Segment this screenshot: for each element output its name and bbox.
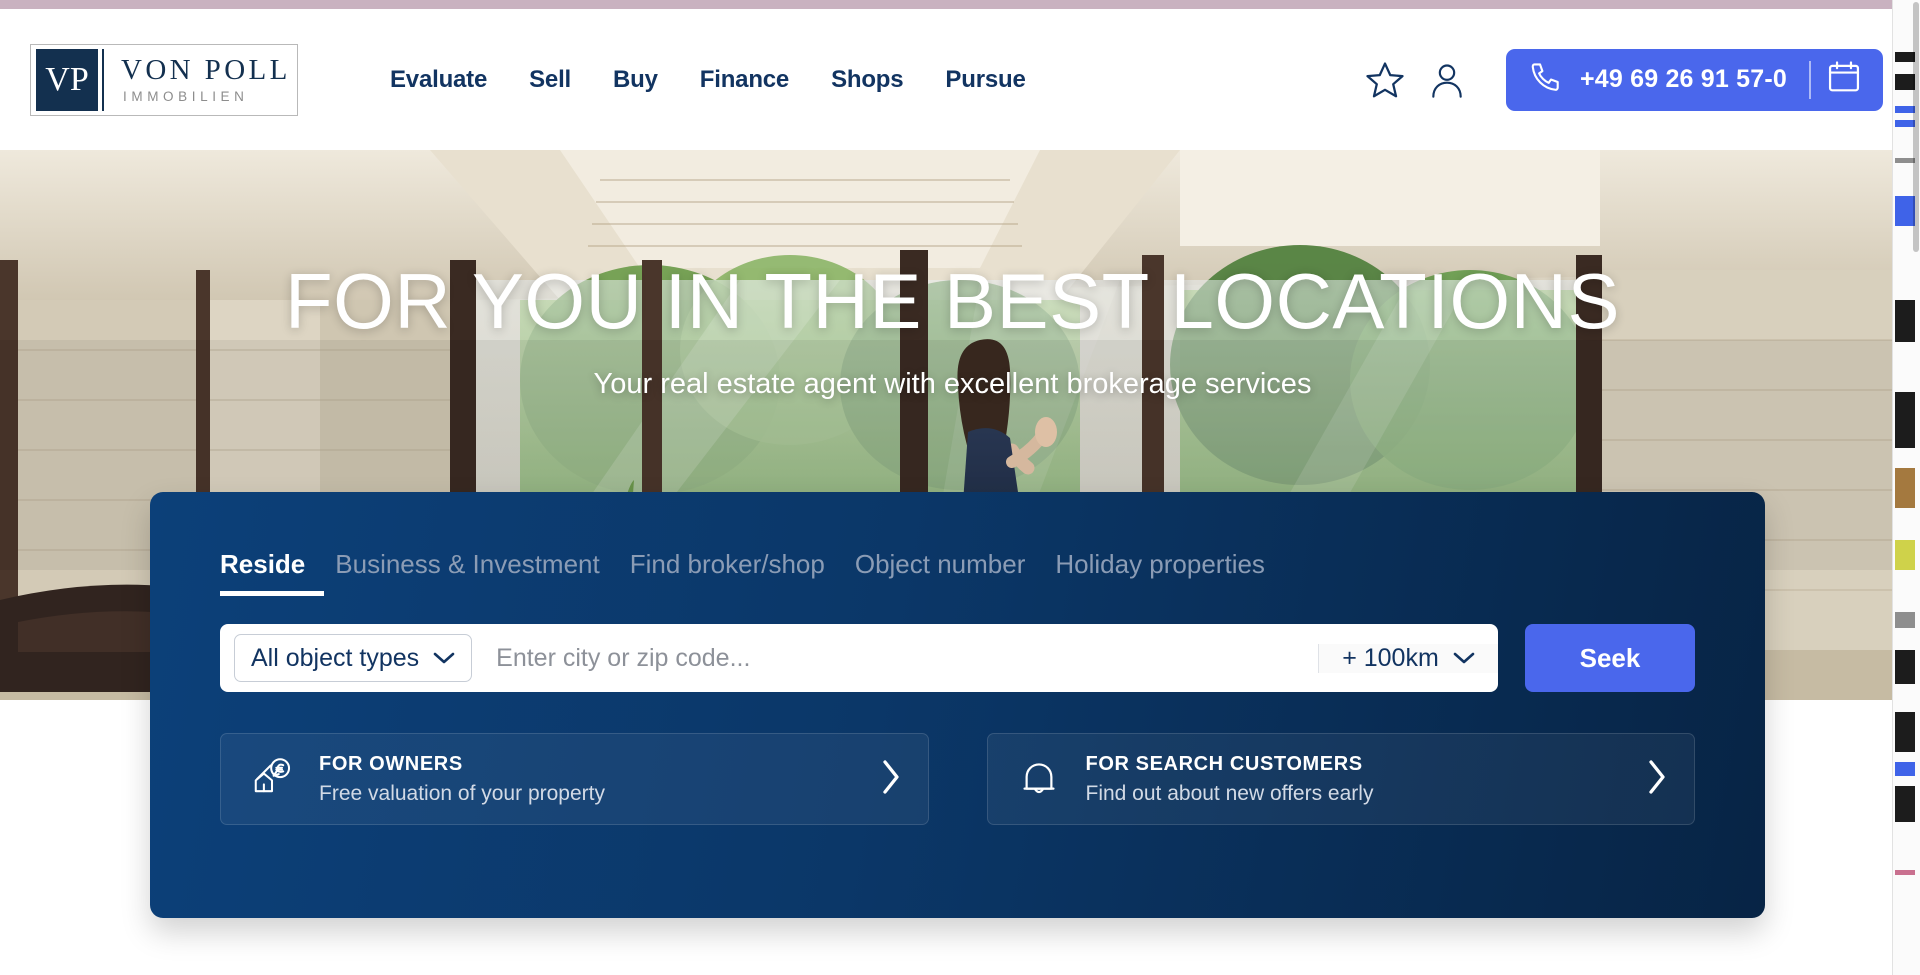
logo-name: VON POLL: [121, 53, 291, 86]
nav-item-sell[interactable]: Sell: [529, 66, 571, 94]
minimap-block: [1895, 196, 1915, 226]
search-input[interactable]: [472, 643, 1318, 673]
star-icon: [1364, 59, 1406, 101]
nav-item-evaluate[interactable]: Evaluate: [390, 66, 487, 94]
search-bar: All object types + 100km: [220, 624, 1695, 692]
minimap-block: [1895, 300, 1915, 342]
nav-item-finance[interactable]: Finance: [700, 66, 789, 94]
card-for-search-customers-title: FOR SEARCH CUSTOMERS: [1085, 752, 1363, 775]
card-for-owners-subtitle: Free valuation of your property: [319, 781, 605, 805]
calendar-icon: [1825, 58, 1863, 101]
phone-number: +49 69 26 91 57-0: [1579, 65, 1787, 93]
card-for-owners-text: FOR OWNERS Free valuation of your proper…: [319, 753, 605, 806]
chevron-down-icon: [433, 651, 455, 665]
hero-subtitle: Your real estate agent with excellent br…: [593, 368, 1312, 400]
browser-top-strip: [0, 0, 1920, 9]
nav-item-pursue[interactable]: Pursue: [945, 66, 1025, 94]
minimap-block: [1895, 158, 1915, 163]
page-minimap-scrollbar[interactable]: [1892, 0, 1920, 975]
minimap-block: [1895, 870, 1915, 875]
account-button[interactable]: [1416, 49, 1478, 111]
search-fields-group: All object types + 100km: [220, 624, 1498, 692]
card-for-owners-title: FOR OWNERS: [319, 752, 463, 775]
minimap-block: [1895, 650, 1915, 684]
site-header: VP VON POLL IMMOBILIEN Evaluate Sell Buy…: [0, 9, 1905, 150]
logo-mark: VP: [36, 48, 98, 111]
house-euro-valuation-icon: [247, 756, 297, 802]
minimap-block: [1895, 786, 1915, 822]
user-icon: [1427, 60, 1467, 100]
minimap-block: [1895, 468, 1915, 508]
card-for-search-customers[interactable]: FOR SEARCH CUSTOMERS Find out about new …: [986, 733, 1695, 825]
minimap-block: [1895, 712, 1915, 752]
bell-icon: [1014, 757, 1064, 801]
nav-item-shops[interactable]: Shops: [831, 66, 904, 94]
radius-value: + 100km: [1342, 643, 1439, 672]
minimap-block: [1895, 762, 1915, 776]
tab-reside[interactable]: Reside: [220, 549, 325, 596]
chevron-right-icon: [1646, 759, 1668, 800]
logo-wordmark: VON POLL IMMOBILIEN: [104, 53, 291, 105]
card-for-search-customers-subtitle: Find out about new offers early: [1085, 781, 1374, 805]
minimap-block: [1895, 612, 1915, 628]
minimap-block: [1895, 52, 1915, 62]
radius-select[interactable]: + 100km: [1318, 643, 1498, 673]
seek-button[interactable]: Seek: [1525, 624, 1695, 692]
tab-business-investment[interactable]: Business & Investment: [335, 549, 599, 596]
property-search-panel: Reside Business & Investment Find broker…: [150, 492, 1765, 918]
header-actions: +49 69 26 91 57-0: [1354, 48, 1905, 111]
phone-icon: [1528, 59, 1564, 100]
minimap-block: [1895, 392, 1915, 448]
minimap-block: [1895, 74, 1915, 90]
minimap-block: [1895, 540, 1915, 570]
brand-logo[interactable]: VP VON POLL IMMOBILIEN: [30, 43, 298, 116]
cta-cards: FOR OWNERS Free valuation of your proper…: [220, 733, 1695, 825]
appointment-button[interactable]: [1811, 49, 1877, 111]
main-navigation: Evaluate Sell Buy Finance Shops Pursue: [390, 66, 1026, 94]
card-for-search-customers-text: FOR SEARCH CUSTOMERS Find out about new …: [1086, 753, 1374, 806]
page-root: VP VON POLL IMMOBILIEN Evaluate Sell Buy…: [0, 0, 1920, 975]
hero-title: FOR YOU IN THE BEST LOCATIONS: [285, 257, 1620, 345]
tab-find-broker-shop[interactable]: Find broker/shop: [630, 549, 825, 596]
scrollbar-thumb[interactable]: [1913, 2, 1919, 252]
phone-cta-button[interactable]: +49 69 26 91 57-0: [1505, 48, 1883, 111]
object-type-value: All object types: [251, 643, 420, 672]
minimap-block: [1895, 120, 1915, 127]
object-type-select[interactable]: All object types: [234, 634, 473, 682]
chevron-right-icon: [880, 759, 902, 800]
card-for-owners[interactable]: FOR OWNERS Free valuation of your proper…: [220, 733, 929, 825]
nav-item-buy[interactable]: Buy: [613, 66, 658, 94]
minimap-block: [1895, 106, 1915, 113]
logo-subtitle: IMMOBILIEN: [123, 89, 249, 105]
tab-object-number[interactable]: Object number: [855, 549, 1026, 596]
favorites-button[interactable]: [1354, 49, 1416, 111]
chevron-down-icon: [1453, 651, 1475, 665]
search-tabs: Reside Business & Investment Find broker…: [220, 492, 1695, 596]
tab-holiday-properties[interactable]: Holiday properties: [1055, 549, 1265, 596]
